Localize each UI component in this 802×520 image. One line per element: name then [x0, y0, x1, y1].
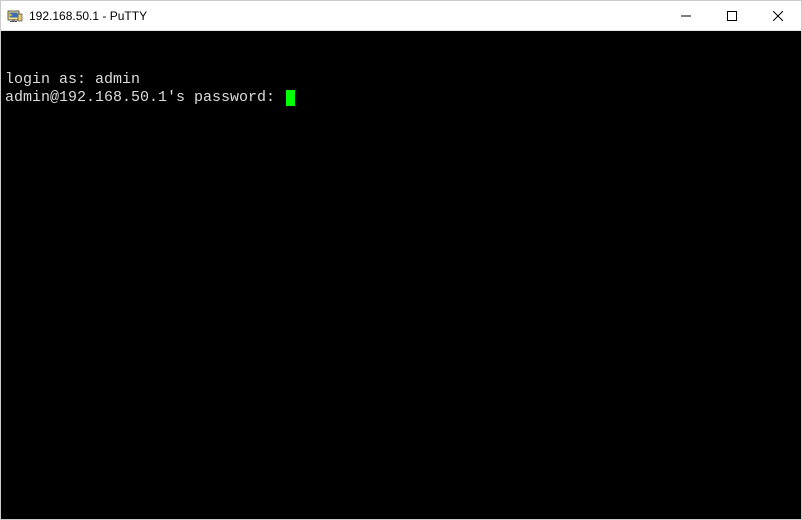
terminal-prompt: admin@192.168.50.1's password: — [5, 89, 284, 106]
close-icon — [773, 11, 783, 21]
terminal-line: login as: admin — [5, 71, 797, 89]
maximize-icon — [727, 11, 737, 21]
putty-window: 192.168.50.1 - PuTTY login as: adminadm — [0, 0, 802, 520]
terminal-line: admin@192.168.50.1's password: — [5, 89, 797, 107]
putty-icon — [7, 8, 23, 24]
cursor — [286, 90, 295, 106]
minimize-button[interactable] — [663, 1, 709, 30]
window-controls — [663, 1, 801, 30]
close-button[interactable] — [755, 1, 801, 30]
minimize-icon — [681, 11, 691, 21]
titlebar[interactable]: 192.168.50.1 - PuTTY — [1, 1, 801, 31]
maximize-button[interactable] — [709, 1, 755, 30]
window-title: 192.168.50.1 - PuTTY — [29, 9, 663, 23]
terminal[interactable]: login as: adminadmin@192.168.50.1's pass… — [1, 31, 801, 519]
